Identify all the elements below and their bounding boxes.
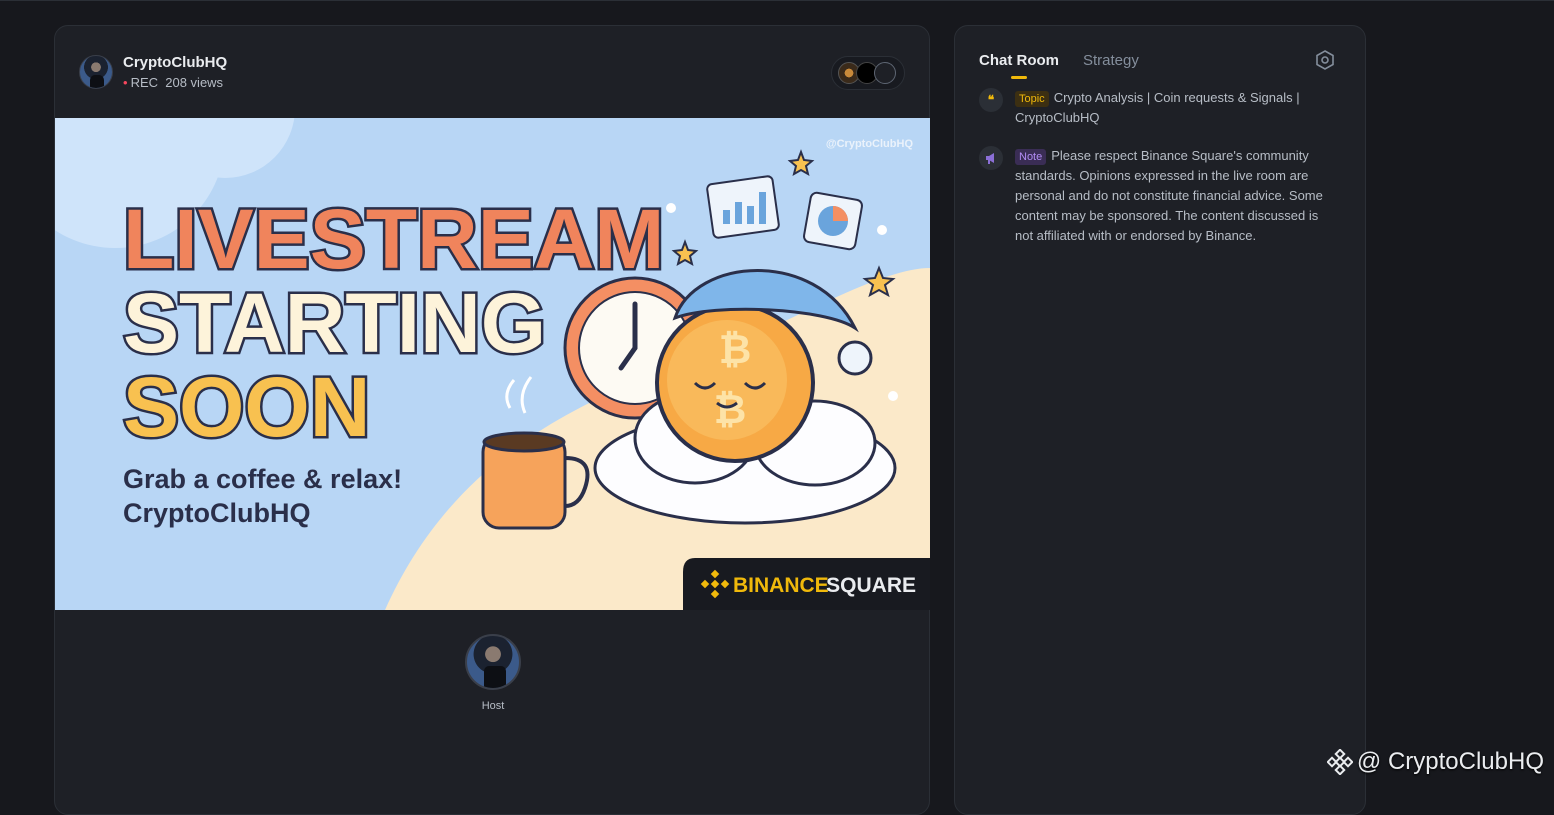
chat-tabs: Chat Room Strategy: [979, 52, 1139, 79]
tab-strategy[interactable]: Strategy: [1083, 52, 1139, 77]
stream-banner[interactable]: LIVESTREAM STARTING SOON Grab a coffee &…: [55, 118, 930, 610]
megaphone-icon: [979, 146, 1003, 170]
channel-name[interactable]: CryptoClubHQ: [123, 54, 227, 71]
banner-title-line3: SOON: [123, 360, 370, 454]
note-text: Please respect Binance Square's communit…: [1015, 148, 1323, 243]
banner-title-line2: STARTING: [123, 276, 546, 370]
watermark-text: @ CryptoClubHQ: [1356, 748, 1544, 775]
banner-title-line1: LIVESTREAM: [123, 192, 664, 286]
quote-icon: ❝: [979, 88, 1003, 112]
host-label: Host: [481, 700, 505, 712]
top-divider: [0, 0, 1554, 1]
tab-chat-room[interactable]: Chat Room: [979, 52, 1059, 79]
topic-message: ❝ Topic Crypto Analysis | Coin requests &…: [979, 88, 1335, 128]
note-message: Note Please respect Binance Square's comm…: [979, 146, 1335, 246]
stream-header: CryptoClubHQ • REC 208 views: [79, 54, 227, 90]
note-badge: Note: [1015, 149, 1047, 165]
stream-panel: CryptoClubHQ • REC 208 views LIVESTREAM S…: [54, 25, 930, 815]
banner-tagline-2: CryptoClubHQ: [123, 498, 310, 528]
banner-artwork: LIVESTREAM STARTING SOON Grab a coffee &…: [55, 118, 930, 610]
viewer-avatars[interactable]: [831, 56, 905, 90]
banner-handle: @CryptoClubHQ: [826, 138, 914, 150]
brand-square: SQUARE: [826, 574, 916, 597]
topic-text: Crypto Analysis | Coin requests & Signal…: [1015, 90, 1300, 125]
settings-hexagon-icon[interactable]: [1315, 50, 1335, 70]
brand-binance: BINANCE: [733, 574, 829, 597]
stream-meta: • REC 208 views: [123, 75, 227, 90]
channel-avatar[interactable]: [79, 55, 113, 89]
watermark: @ CryptoClubHQ: [1326, 748, 1544, 776]
rec-label: REC: [130, 75, 159, 90]
viewer-avatar: [874, 62, 896, 84]
chat-panel: Chat Room Strategy ❝ Topic Crypto Analysi…: [954, 25, 1366, 815]
bitcoin-coin-icon: ₿ ₿: [655, 303, 815, 463]
bar-chart-icon: [706, 175, 780, 239]
host-avatar[interactable]: [465, 634, 521, 690]
view-count: 208 views: [165, 75, 224, 90]
binance-square-logo: BINANCE SQUARE: [683, 558, 930, 610]
svg-text:₿: ₿: [719, 327, 752, 373]
topic-badge: Topic: [1015, 91, 1049, 107]
rec-dot-icon: •: [123, 75, 128, 90]
host-speaker[interactable]: Host: [465, 634, 521, 712]
banner-tagline-1: Grab a coffee & relax!: [123, 464, 402, 494]
pie-chart-icon: [803, 191, 863, 251]
binance-watermark-icon: [1326, 749, 1353, 775]
svg-text:₿: ₿: [714, 387, 747, 433]
